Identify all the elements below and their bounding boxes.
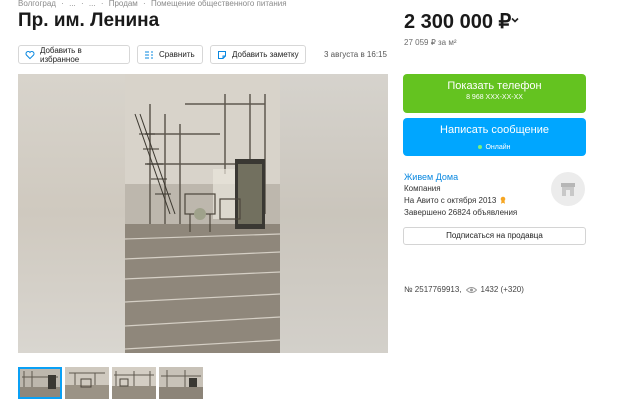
thumbnail-image: [18, 367, 62, 399]
subscribe-seller-button[interactable]: Подписаться на продавца: [403, 227, 586, 245]
online-dot-icon: [478, 145, 483, 149]
thumbnail[interactable]: [112, 367, 156, 399]
award-icon: [500, 196, 505, 204]
thumbnail-image: [159, 367, 203, 399]
compare-icon: [145, 51, 153, 58]
publish-date: 3 августа в 16:15: [324, 50, 387, 59]
online-status: Онлайн: [478, 143, 511, 151]
thumbnail[interactable]: [18, 367, 62, 399]
thumbnail-image: [65, 367, 109, 399]
eye-icon: [465, 286, 477, 293]
seller-type: Компания: [404, 184, 441, 193]
main-photo[interactable]: [125, 74, 280, 353]
breadcrumb-separator: ·: [143, 0, 146, 8]
gallery-blur-right: [280, 74, 388, 353]
favorites-label: Добавить в избранное: [39, 45, 82, 64]
ad-number: № 2517769913,: [404, 285, 462, 294]
seller-avatar[interactable]: [551, 172, 585, 206]
breadcrumb-separator: ·: [61, 0, 64, 8]
note-icon: [218, 50, 226, 59]
thumbnail[interactable]: [159, 367, 203, 399]
breadcrumb-item[interactable]: ...: [89, 0, 96, 8]
seller-completed-ads: Завершено 26824 объявления: [404, 208, 518, 217]
breadcrumb-city[interactable]: Волгоград: [18, 0, 56, 8]
price: 2 300 000 ₽: [404, 11, 512, 33]
page-title: Пр. им. Ленина: [18, 10, 160, 31]
write-message-label: Написать сообщение: [440, 124, 549, 136]
breadcrumb-sell[interactable]: Продам: [109, 0, 138, 8]
online-status-label: Онлайн: [485, 143, 511, 151]
thumbnail-strip: [18, 367, 203, 399]
add-note-button[interactable]: Добавить заметку: [210, 45, 306, 64]
thumbnail[interactable]: [65, 367, 109, 399]
seller-since-text: На Авито с октября 2013: [404, 196, 497, 205]
show-phone-button[interactable]: Показать телефон 8 968 XXX-XX-XX: [403, 74, 586, 113]
add-to-favorites-button[interactable]: Добавить в избранное: [18, 45, 130, 64]
gallery-blur-left: [18, 74, 125, 353]
shop-icon: [561, 183, 575, 196]
chevron-down-icon[interactable]: [510, 15, 520, 25]
heart-icon: [25, 50, 35, 59]
views-count: 1432 (+320): [480, 285, 524, 294]
price-per-square-meter: 27 059 ₽ за м²: [404, 38, 457, 47]
photo-gallery[interactable]: [18, 74, 388, 353]
seller-name-link[interactable]: Живем Дома: [404, 172, 458, 182]
compare-button[interactable]: Сравнить: [137, 45, 203, 64]
phone-number: 8 968 XXX-XX-XX: [466, 94, 523, 101]
breadcrumb: Волгоград · ... · ... · Продам · Помещен…: [18, 0, 290, 8]
seller-since: На Авито с октября 2013: [404, 196, 507, 205]
ad-meta: № 2517769913, 1432 (+320): [404, 285, 524, 294]
write-message-button[interactable]: Написать сообщение Онлайн: [403, 118, 586, 156]
breadcrumb-separator: ·: [81, 0, 84, 8]
compare-label: Сравнить: [159, 50, 195, 59]
interior-photo-image: [125, 74, 280, 353]
note-label: Добавить заметку: [232, 50, 299, 59]
breadcrumb-item[interactable]: ...: [69, 0, 76, 8]
show-phone-label: Показать телефон: [447, 80, 542, 92]
breadcrumb-category[interactable]: Помещение общественного питания: [151, 0, 287, 8]
thumbnail-image: [112, 367, 156, 399]
breadcrumb-separator: ·: [100, 0, 104, 8]
